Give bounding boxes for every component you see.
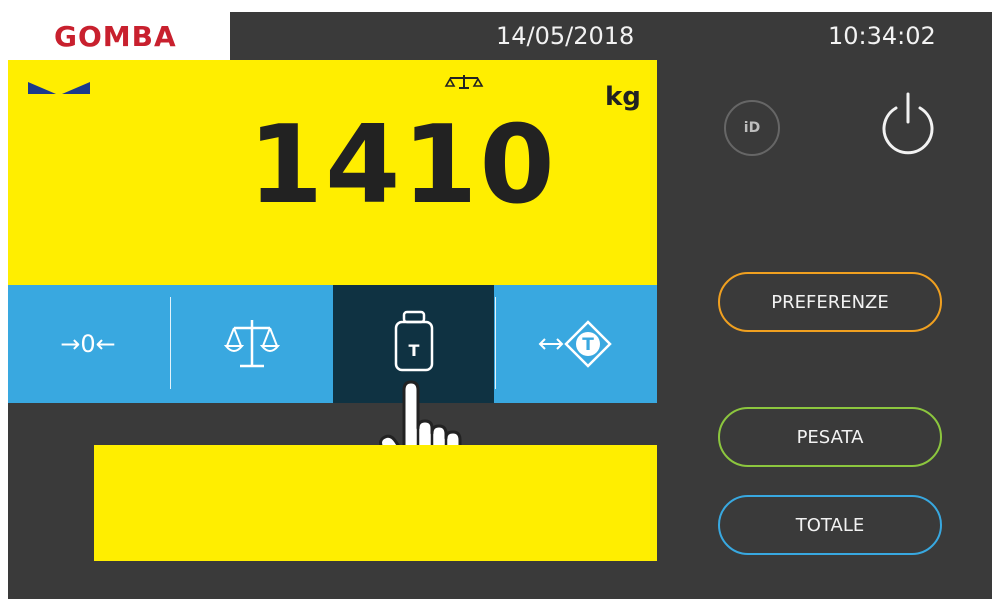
balance-icon	[444, 75, 484, 89]
brand-logo: GOMBA	[54, 20, 177, 53]
preset-tare-button[interactable]: T	[497, 285, 657, 403]
id-button[interactable]: iD	[724, 100, 780, 156]
message-display-panel	[94, 445, 657, 561]
zero-button[interactable]: →0←	[8, 285, 168, 403]
svg-text:T: T	[582, 335, 594, 355]
time-display: 10:34:02	[828, 22, 936, 50]
scale-icon	[223, 320, 281, 368]
total-button[interactable]: TOTALE	[718, 495, 942, 555]
stable-indicator-icon	[28, 82, 90, 94]
weight-value: 1410	[248, 103, 557, 228]
scale-screen: GOMBA 14/05/2018 10:34:02 kg 1410 →0← T …	[8, 12, 992, 599]
preferences-button[interactable]: PREFERENZE	[718, 272, 942, 332]
preset-tare-icon: T	[538, 320, 612, 368]
weight-unit: kg	[605, 82, 641, 112]
zero-label: →0←	[60, 330, 116, 358]
separator	[495, 297, 496, 389]
weighing-button[interactable]: PESATA	[718, 407, 942, 467]
tare-weight-icon: T	[394, 310, 433, 372]
power-icon[interactable]	[876, 88, 940, 158]
date-display: 14/05/2018	[496, 22, 635, 50]
svg-text:T: T	[408, 341, 419, 360]
weight-display-panel: kg 1410	[8, 60, 657, 285]
function-bar: →0← T T	[8, 285, 657, 403]
separator	[170, 297, 171, 389]
weigh-button[interactable]	[172, 285, 332, 403]
logo-area: GOMBA	[8, 12, 230, 60]
